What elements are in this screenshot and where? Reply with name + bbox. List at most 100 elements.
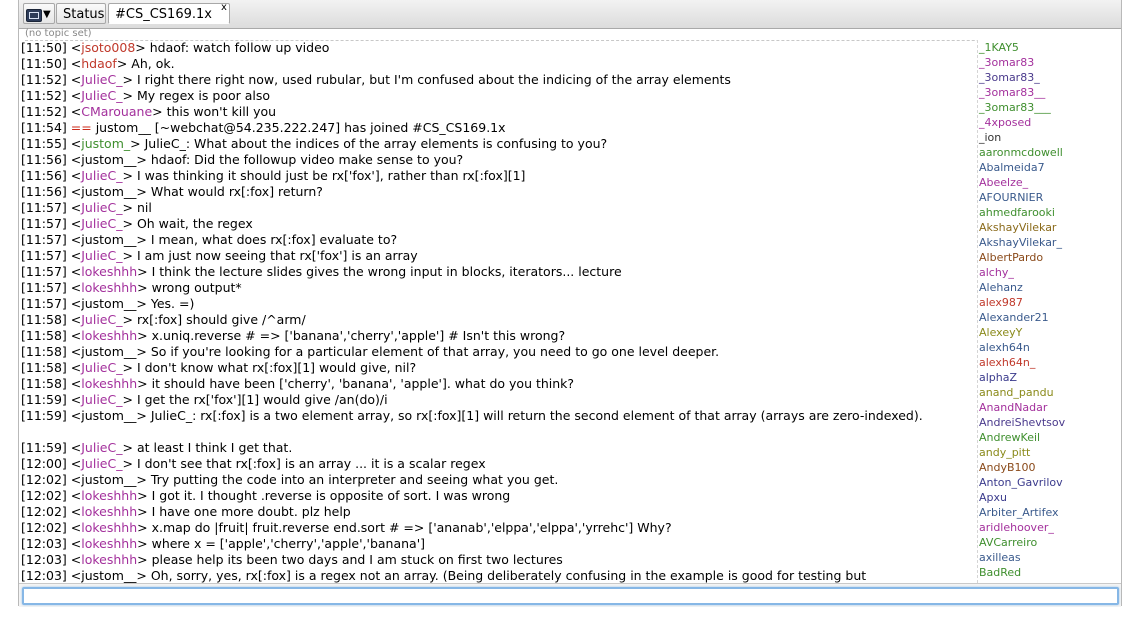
user-list-item[interactable]: AkshayVilekar — [978, 220, 1120, 235]
chat-nick[interactable]: jsoto008 — [81, 40, 135, 55]
user-list-item[interactable]: _4xposed — [978, 115, 1120, 130]
chat-nick[interactable]: JulieC_ — [81, 72, 122, 87]
user-list-item[interactable]: AndyB100 — [978, 460, 1120, 475]
chat-nick[interactable]: lokeshhh — [81, 520, 137, 535]
chat-nick[interactable]: JulieC_ — [81, 216, 122, 231]
timestamp: [12:03] — [21, 552, 67, 567]
chat-message: Oh, sorry, yes, rx[:fox] is a regex not … — [146, 568, 867, 583]
chat-message: I am just now seeing that rx['fox'] is a… — [132, 248, 418, 263]
user-list-item[interactable]: Apxu — [978, 490, 1120, 505]
chat-nick[interactable]: justom__ — [81, 472, 136, 487]
chat-nick[interactable]: lokeshhh — [81, 536, 137, 551]
tab-channel-label: #CS_CS169.1x — [115, 7, 212, 22]
chat-nick[interactable]: JulieC_ — [81, 440, 122, 455]
user-list-item[interactable]: Abalmeida7 — [978, 160, 1120, 175]
user-list-item[interactable]: anand_pandu — [978, 385, 1120, 400]
chat-nick[interactable]: justom__ — [81, 296, 136, 311]
user-list-item[interactable]: AnandNadar — [978, 400, 1120, 415]
chat-message: JulieC_: rx[:fox] is a two element array… — [146, 408, 923, 423]
chat-nick[interactable]: justom__ — [81, 232, 136, 247]
timestamp: [11:50] — [21, 40, 67, 55]
user-list-item[interactable]: _3omar83_ — [978, 70, 1120, 85]
chat-nick[interactable]: lokeshhh — [81, 552, 137, 567]
chat-nick[interactable]: JulieC_ — [81, 392, 122, 407]
user-list-item[interactable]: andy_pitt — [978, 445, 1120, 460]
chat-nick[interactable]: JulieC_ — [81, 360, 122, 375]
user-list-item[interactable]: _1KAY5 — [978, 40, 1120, 55]
timestamp: [11:57] — [21, 264, 67, 279]
user-list-item[interactable]: AVCarreiro — [978, 535, 1120, 550]
close-tab-icon[interactable]: x — [221, 3, 227, 13]
tab-channel[interactable]: #CS_CS169.1x — [108, 3, 230, 24]
user-list-item[interactable]: alchy_ — [978, 265, 1120, 280]
user-list-item[interactable]: Alexander21 — [978, 310, 1120, 325]
chat-nick[interactable]: justom_ — [81, 136, 130, 151]
chat-nick[interactable]: lokeshhh — [81, 376, 137, 391]
user-list-item[interactable]: alexh64n — [978, 340, 1120, 355]
chat-nick[interactable]: lokeshhh — [81, 264, 137, 279]
message-input[interactable] — [22, 587, 1119, 605]
chat-message: nil — [132, 200, 152, 215]
user-list-item[interactable]: AkshayVilekar_ — [978, 235, 1120, 250]
chat-line: [11:58] <lokeshhh> it should have been [… — [21, 376, 575, 391]
chat-line: [11:57] <lokeshhh> I think the lecture s… — [21, 264, 622, 279]
user-list[interactable]: _1KAY5 _3omar83 _3omar83_ _3omar83__ _3omar8… — [977, 40, 1120, 583]
chat-nick[interactable]: justom__ — [81, 408, 136, 423]
chat-nick[interactable]: justom__ — [81, 184, 136, 199]
chat-line: [11:57] <justom__> I mean, what does rx[… — [21, 232, 398, 247]
chat-message: I get the rx['fox'][1] would give /an(do… — [132, 392, 388, 407]
chat-nick[interactable]: JulieC_ — [81, 88, 122, 103]
user-list-item[interactable]: Anton_Gavrilov — [978, 475, 1120, 490]
chat-line: [11:57] <justom__> Yes. =) — [21, 296, 195, 311]
user-list-item[interactable]: AlexeyY — [978, 325, 1120, 340]
chat-nick[interactable]: hdaof — [81, 56, 117, 71]
chat-nick[interactable]: lokeshhh — [81, 280, 137, 295]
user-list-item[interactable]: alphaZ — [978, 370, 1120, 385]
chat-nick[interactable]: lokeshhh — [81, 504, 137, 519]
user-list-item[interactable]: AFOURNIER — [978, 190, 1120, 205]
user-list-item[interactable]: Abeelze_ — [978, 175, 1120, 190]
user-list-item[interactable]: _ion — [978, 130, 1120, 145]
timestamp: [11:58] — [21, 376, 67, 391]
user-list-item[interactable]: Alehanz — [978, 280, 1120, 295]
chat-nick[interactable]: lokeshhh — [81, 328, 137, 343]
user-list-item[interactable]: AlbertPardo — [978, 250, 1120, 265]
chat-nick[interactable]: CMarouane — [81, 104, 152, 119]
user-list-item[interactable]: AndreiShevtsov — [978, 415, 1120, 430]
chat-log[interactable]: [11:50] <jsoto008> hdaof: watch follow u… — [21, 40, 973, 583]
tab-status[interactable]: Status — [56, 3, 106, 24]
user-list-item[interactable]: ahmedfarooki — [978, 205, 1120, 220]
chat-nick[interactable]: JulieC_ — [81, 248, 122, 263]
chat-nick[interactable]: lokeshhh — [81, 488, 137, 503]
chat-nick[interactable]: JulieC_ — [81, 456, 122, 471]
chat-message: So if you're looking for a particular el… — [146, 344, 720, 359]
user-list-item[interactable]: BadRed — [978, 565, 1120, 580]
timestamp: [12:02] — [21, 504, 67, 519]
timestamp: [12:03] — [21, 568, 67, 583]
irc-window: ▼ Status #CS_CS169.1x x (no topic set) [… — [18, 0, 1122, 607]
chat-nick[interactable]: JulieC_ — [81, 200, 122, 215]
user-list-item[interactable]: Arbiter_Artifex — [978, 505, 1120, 520]
chat-message: I think the lecture slides gives the wro… — [147, 264, 622, 279]
chat-nick[interactable]: JulieC_ — [81, 312, 122, 327]
chat-line: [11:52] <JulieC_> My regex is poor also — [21, 88, 271, 103]
user-list-item[interactable]: aridlehoover_ — [978, 520, 1120, 535]
chat-line: [11:55] <justom_> JulieC_: What about th… — [21, 136, 608, 151]
user-list-item[interactable]: _3omar83__ — [978, 85, 1120, 100]
user-list-item[interactable]: alex987 — [978, 295, 1120, 310]
window-menu-button[interactable]: ▼ — [23, 3, 55, 24]
user-list-item[interactable]: AndrewKeil — [978, 430, 1120, 445]
user-list-item[interactable]: axilleas — [978, 550, 1120, 565]
chat-message: this won't kill you — [162, 104, 277, 119]
user-list-item[interactable]: _3omar83 — [978, 55, 1120, 70]
user-list-item[interactable]: aaronmcdowell — [978, 145, 1120, 160]
chat-nick[interactable]: justom__ — [81, 568, 136, 583]
timestamp: [11:57] — [21, 296, 67, 311]
chat-nick[interactable]: justom__ — [81, 344, 136, 359]
user-list-item[interactable]: alexh64n_ — [978, 355, 1120, 370]
chat-line: [12:02] <lokeshhh> I got it. I thought .… — [21, 488, 511, 503]
chat-nick[interactable]: justom__ — [81, 152, 136, 167]
user-list-item[interactable]: _3omar83___ — [978, 100, 1120, 115]
window-icon — [26, 9, 42, 22]
chat-nick[interactable]: JulieC_ — [81, 168, 122, 183]
